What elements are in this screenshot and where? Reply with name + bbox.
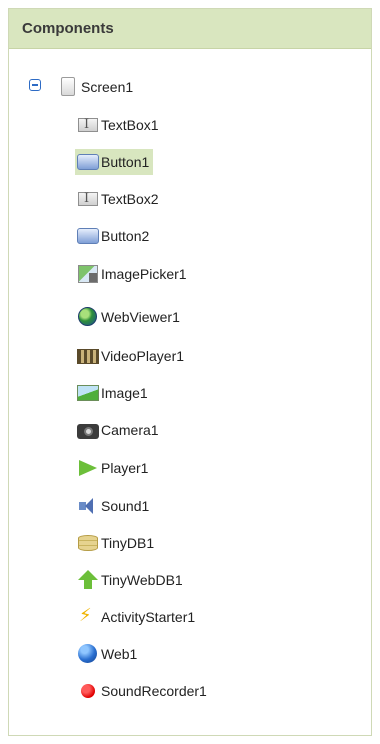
imagepicker-icon <box>77 264 99 284</box>
tree-item-sound1[interactable]: Sound1 <box>75 492 153 520</box>
tree-item-label: Button2 <box>101 228 150 244</box>
button-icon <box>77 152 99 172</box>
tree-item-button2[interactable]: Button2 <box>75 222 153 250</box>
tree-item-label: WebViewer1 <box>101 309 180 325</box>
tree-item-label: SoundRecorder1 <box>101 683 207 699</box>
tree-item-label: ActivityStarter1 <box>101 609 196 625</box>
upload-arrow-icon <box>77 570 99 590</box>
tree-item-webviewer1[interactable]: WebViewer1 <box>75 303 184 331</box>
collapse-toggle-icon[interactable] <box>29 79 41 91</box>
tree-item-imagepicker1[interactable]: ImagePicker1 <box>75 260 191 288</box>
speaker-icon <box>77 496 99 516</box>
tree-item-label: ImagePicker1 <box>101 266 187 282</box>
tree-item-camera1[interactable]: Camera1 <box>75 416 163 444</box>
record-icon <box>77 681 99 701</box>
tree-item-web1[interactable]: Web1 <box>75 640 141 668</box>
tree-item-textbox1[interactable]: TextBox1 <box>75 111 163 139</box>
tree-item-label: VideoPlayer1 <box>101 348 185 364</box>
tree-item-activitystarter1[interactable]: ActivityStarter1 <box>75 603 199 631</box>
tree-item-image1[interactable]: Image1 <box>75 379 152 407</box>
tree-item-videoplayer1[interactable]: VideoPlayer1 <box>75 342 188 370</box>
tree-item-tinydb1[interactable]: TinyDB1 <box>75 529 158 557</box>
textbox-icon <box>77 189 99 209</box>
tree-root-screen1[interactable]: Screen1 <box>55 73 137 101</box>
database-icon <box>77 533 99 553</box>
tree-item-label: TextBox1 <box>101 117 159 133</box>
components-panel: Components Screen1 TextBox1 Button1 Text… <box>8 8 372 736</box>
tree-item-player1[interactable]: Player1 <box>75 454 152 482</box>
textbox-icon <box>77 115 99 135</box>
camera-icon <box>77 420 99 440</box>
tree-item-label: Button1 <box>101 154 150 170</box>
tree-item-textbox2[interactable]: TextBox2 <box>75 185 163 213</box>
tree-item-label: TinyWebDB1 <box>101 572 183 588</box>
tree-item-button1[interactable]: Button1 <box>75 148 154 176</box>
videoplayer-icon <box>77 346 99 366</box>
panel-header: Components <box>9 9 371 49</box>
tree-item-tinywebdb1[interactable]: TinyWebDB1 <box>75 566 187 594</box>
globe-icon <box>77 307 99 327</box>
lightning-icon <box>77 605 99 627</box>
tree-item-label: Web1 <box>101 646 138 662</box>
tree-item-label: TextBox2 <box>101 191 159 207</box>
tree-item-soundrecorder1[interactable]: SoundRecorder1 <box>75 677 211 705</box>
tree-item-label: Camera1 <box>101 422 159 438</box>
button-icon <box>77 226 99 246</box>
tree-item-label: Image1 <box>101 385 148 401</box>
screen-icon <box>57 77 79 97</box>
tree-item-label: Player1 <box>101 460 149 476</box>
tree-item-label: Screen1 <box>81 79 134 95</box>
web-icon <box>77 644 99 664</box>
tree-item-label: TinyDB1 <box>101 535 155 551</box>
image-icon <box>77 383 99 403</box>
panel-title: Components <box>22 20 114 37</box>
play-icon <box>77 458 99 478</box>
tree-item-label: Sound1 <box>101 498 150 514</box>
